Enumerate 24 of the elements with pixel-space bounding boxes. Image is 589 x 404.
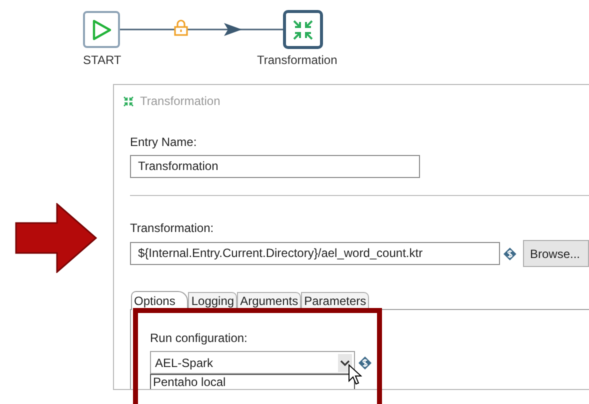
variable-icon bbox=[358, 356, 372, 370]
variable-icon bbox=[503, 246, 517, 260]
tab[interactable]: Parameters bbox=[301, 292, 370, 309]
tab[interactable]: Arguments bbox=[237, 292, 302, 309]
field-label: Transformation: bbox=[130, 221, 215, 236]
arrow-icon bbox=[15, 203, 97, 273]
node-label: START bbox=[83, 53, 122, 67]
start-node[interactable] bbox=[83, 11, 120, 48]
chevron-down-icon bbox=[338, 354, 352, 372]
field-label: Run configuration: bbox=[150, 331, 248, 346]
field-label: Entry Name: bbox=[130, 135, 198, 150]
arrows-inward-icon bbox=[123, 96, 134, 106]
browse-button[interactable]: Browse... bbox=[523, 240, 589, 267]
node-label: Transformation bbox=[257, 53, 338, 67]
tab[interactable]: Logging bbox=[188, 292, 238, 309]
play-icon bbox=[92, 18, 112, 40]
arrows-inward-icon bbox=[292, 18, 314, 40]
lock-icon bbox=[174, 19, 188, 36]
input-field[interactable]: Transformation bbox=[130, 155, 420, 178]
input-field[interactable]: ${Internal.Entry.Current.Directory}/ael_word_count.ktr bbox=[130, 242, 500, 265]
tab[interactable]: Options bbox=[131, 291, 188, 310]
transformation-node[interactable] bbox=[283, 10, 323, 49]
dialog-title: Transformation bbox=[140, 93, 220, 110]
dropdown[interactable]: AEL-Spark bbox=[150, 351, 355, 374]
